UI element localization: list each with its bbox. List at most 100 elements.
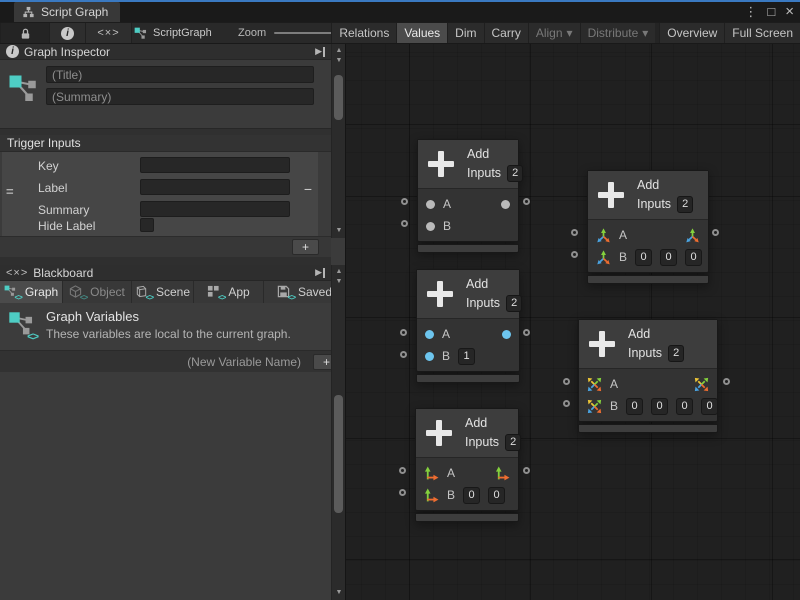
external-port[interactable] — [399, 489, 406, 496]
value-input-z[interactable]: 0 — [676, 398, 693, 415]
dock-panel-icon[interactable]: ▶ — [315, 267, 325, 278]
graph-summary-input[interactable] — [46, 88, 314, 105]
external-port[interactable] — [523, 467, 530, 474]
external-port[interactable] — [571, 251, 578, 258]
info-button[interactable]: i — [50, 23, 86, 43]
remove-item-button[interactable]: − — [304, 182, 312, 196]
value-input[interactable]: 1 — [458, 348, 475, 365]
hide-label-checkbox[interactable] — [140, 218, 154, 232]
vector2-port-icon[interactable] — [424, 466, 439, 481]
relations-button[interactable]: Relations — [331, 23, 396, 43]
value-input-x[interactable]: 0 — [626, 398, 643, 415]
value-input-z[interactable]: 0 — [685, 249, 702, 266]
window-maximize-icon[interactable]: □ — [767, 2, 775, 22]
input-port-a[interactable] — [426, 200, 435, 209]
input-count-field[interactable]: 2 — [668, 345, 684, 362]
port-row-a: A — [417, 323, 519, 345]
value-input-x[interactable]: 0 — [463, 487, 480, 504]
node-header[interactable]: Add Inputs 2 — [416, 409, 518, 458]
dock-panel-icon[interactable]: ▶ — [315, 46, 325, 57]
carry-button[interactable]: Carry — [484, 23, 528, 43]
external-port[interactable] — [563, 378, 570, 385]
external-port[interactable] — [723, 378, 730, 385]
external-port[interactable] — [571, 229, 578, 236]
input-count-field[interactable]: 2 — [507, 165, 523, 182]
node-header[interactable]: Add Inputs 2 — [418, 140, 518, 189]
value-input-w[interactable]: 0 — [701, 398, 718, 415]
distribute-dropdown[interactable]: Distribute▾ — [580, 23, 656, 43]
output-port-sum[interactable] — [502, 330, 511, 339]
vector4-port-icon[interactable] — [587, 399, 602, 414]
label-label: Label — [38, 181, 67, 195]
external-port[interactable] — [400, 351, 407, 358]
tab-script-graph[interactable]: Script Graph — [14, 2, 120, 22]
vector3-output-port-icon[interactable] — [685, 228, 700, 243]
tab-app[interactable]: <> App — [194, 281, 264, 303]
value-input-y[interactable]: 0 — [488, 487, 505, 504]
external-port[interactable] — [400, 329, 407, 336]
tab-object[interactable]: <> Object — [63, 281, 132, 303]
vector4-output-port-icon[interactable] — [694, 377, 709, 392]
output-port-sum[interactable] — [501, 200, 510, 209]
window-menu-icon[interactable]: ⋮ — [744, 2, 757, 22]
add-inputs-node-vector4[interactable]: Add Inputs 2 A B 0 0 — [578, 319, 718, 433]
blackboard-scrollbar[interactable]: ▲ ▼ ▼ — [331, 265, 345, 600]
key-input[interactable] — [140, 157, 290, 173]
input-count-field[interactable]: 2 — [677, 196, 693, 213]
scroll-up-icon[interactable]: ▲ — [332, 46, 346, 56]
full-screen-button[interactable]: Full Screen — [724, 23, 800, 43]
vector2-output-port-icon[interactable] — [495, 466, 510, 481]
value-input-y[interactable]: 0 — [660, 249, 677, 266]
input-port-a[interactable] — [425, 330, 434, 339]
add-inputs-node-float[interactable]: Add Inputs 2 A B 1 — [416, 269, 520, 383]
input-port-b[interactable] — [425, 352, 434, 361]
scroll-down-icon[interactable]: ▼ — [332, 226, 346, 236]
add-inputs-node-generic[interactable]: Add Inputs 2 A B — [417, 139, 519, 253]
external-port[interactable] — [563, 400, 570, 407]
node-header[interactable]: Add Inputs 2 — [579, 320, 717, 369]
vector3-port-icon[interactable] — [596, 250, 611, 265]
node-header[interactable]: Add Inputs 2 — [588, 171, 708, 220]
inspector-scrollbar[interactable]: ▲ ▼ ▼ — [331, 44, 345, 238]
new-variable-input[interactable]: (New Variable Name) — [187, 355, 301, 369]
vector3-port-icon[interactable] — [596, 228, 611, 243]
variables-button[interactable]: <×> — [86, 23, 132, 43]
summary-input[interactable] — [140, 201, 290, 217]
value-input-x[interactable]: 0 — [635, 249, 652, 266]
align-dropdown[interactable]: Align▾ — [528, 23, 580, 43]
scroll-up-icon[interactable]: ▲ — [332, 267, 346, 277]
lock-button[interactable] — [0, 23, 50, 43]
input-port-b[interactable] — [426, 222, 435, 231]
add-trigger-input-button[interactable]: + — [292, 239, 319, 255]
overview-button[interactable]: Overview — [659, 23, 724, 43]
dim-button[interactable]: Dim — [447, 23, 483, 43]
external-port[interactable] — [401, 198, 408, 205]
external-port[interactable] — [523, 198, 530, 205]
add-inputs-node-vector2[interactable]: Add Inputs 2 A B 0 0 — [415, 408, 519, 522]
graph-title-input[interactable] — [46, 66, 314, 83]
graph-breadcrumb[interactable]: ScriptGraph — [134, 23, 212, 43]
input-count-field[interactable]: 2 — [506, 295, 522, 312]
scroll-down-icon[interactable]: ▼ — [332, 588, 346, 598]
window-close-icon[interactable]: × — [785, 2, 794, 22]
scroll-down-icon[interactable]: ▼ — [332, 56, 346, 66]
tab-scene[interactable]: <> Scene — [132, 281, 194, 303]
external-port[interactable] — [401, 220, 408, 227]
graph-canvas[interactable]: Add Inputs 2 A B — [345, 44, 800, 600]
add-inputs-node-vector3[interactable]: Add Inputs 2 A B 0 0 — [587, 170, 709, 284]
values-button[interactable]: Values — [396, 23, 447, 43]
label-input[interactable] — [140, 179, 290, 195]
node-header[interactable]: Add Inputs 2 — [417, 270, 519, 319]
scrollbar-thumb[interactable] — [334, 395, 343, 513]
vector4-port-icon[interactable] — [587, 377, 602, 392]
scrollbar-thumb[interactable] — [334, 75, 343, 120]
vector2-port-icon[interactable] — [424, 488, 439, 503]
external-port[interactable] — [523, 329, 530, 336]
input-count-field[interactable]: 2 — [505, 434, 521, 451]
value-input-y[interactable]: 0 — [651, 398, 668, 415]
external-port[interactable] — [712, 229, 719, 236]
drag-handle-icon[interactable]: = — [6, 184, 14, 199]
scroll-down-icon[interactable]: ▼ — [332, 277, 346, 287]
tab-graph[interactable]: <> Graph — [0, 281, 63, 303]
external-port[interactable] — [399, 467, 406, 474]
